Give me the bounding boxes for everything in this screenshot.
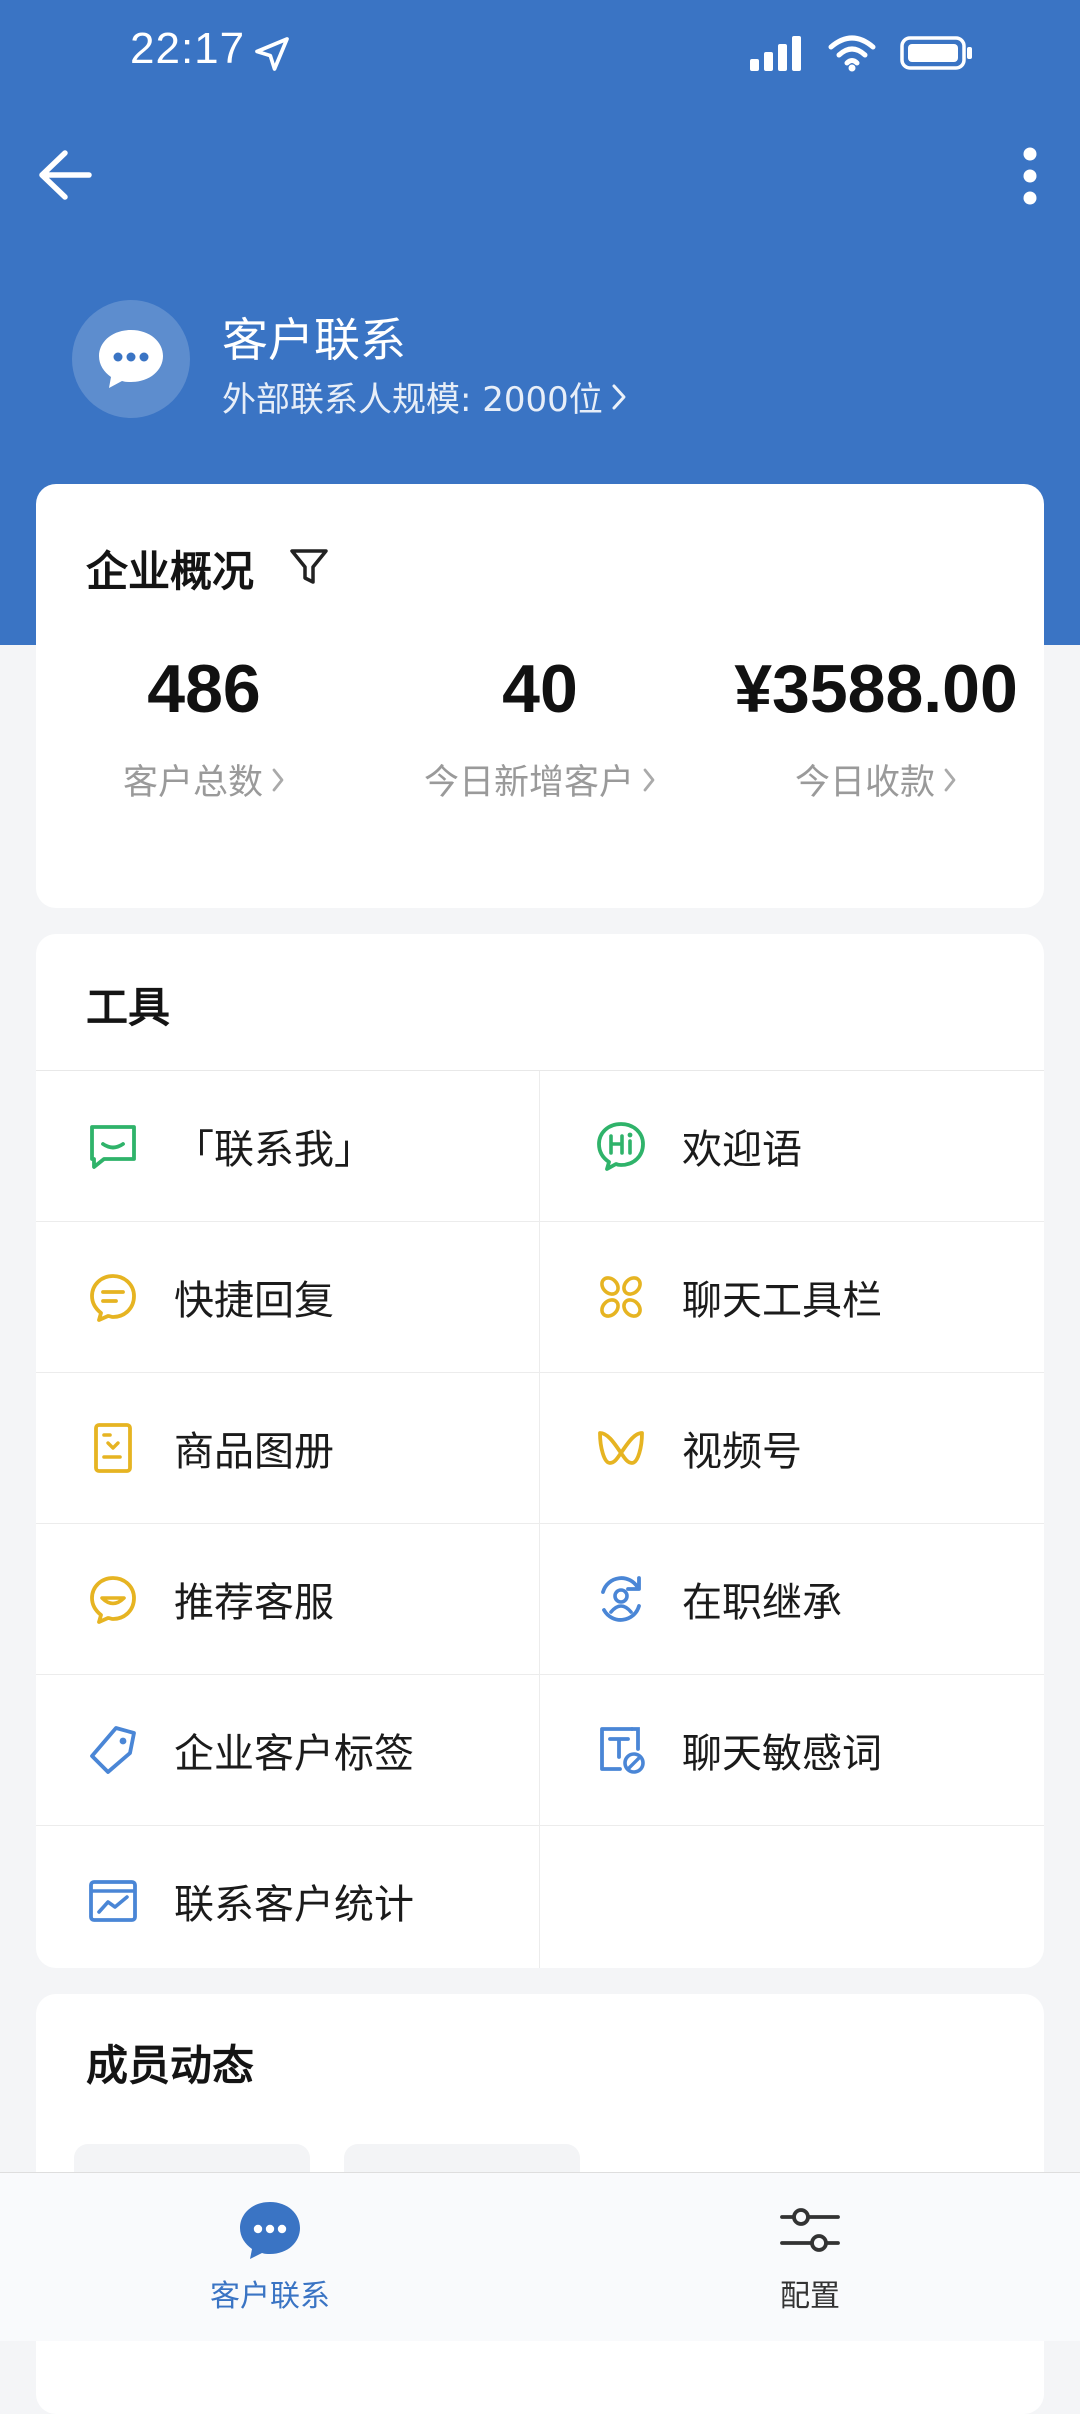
tool-inheritance[interactable]: 在职继承 (540, 1524, 1044, 1674)
tag-icon (86, 1723, 140, 1777)
tab-customer-contact[interactable]: 客户联系 (0, 2173, 540, 2341)
tools-row: 商品图册 视频号 (36, 1373, 1044, 1524)
statistics-icon (86, 1874, 140, 1928)
sensitive-word-icon (594, 1723, 648, 1777)
tool-label: 商品图册 (174, 1429, 334, 1475)
stat-value: 486 (147, 651, 261, 727)
stat-revenue-today[interactable]: ¥3588.00 今日收款 (708, 644, 1044, 805)
back-button[interactable] (36, 146, 94, 204)
contact-scale-link[interactable]: 外部联系人规模: 2000位 (222, 372, 627, 421)
tools-row: 快捷回复 聊天工具栏 (36, 1222, 1044, 1373)
tool-label: 聊天工具栏 (682, 1278, 882, 1324)
more-button[interactable] (1008, 144, 1052, 208)
tool-chat-toolbar[interactable]: 聊天工具栏 (540, 1222, 1044, 1372)
inheritance-icon (594, 1572, 648, 1626)
tab-config[interactable]: 配置 (540, 2173, 1080, 2341)
chat-toolbar-icon (594, 1270, 648, 1324)
bottom-tab-bar: 客户联系 配置 (0, 2172, 1080, 2341)
stat-label-row: 今日收款 (795, 754, 957, 805)
contact-me-icon (86, 1119, 140, 1173)
channels-icon (594, 1421, 648, 1475)
tool-recommend-service[interactable]: 推荐客服 (36, 1524, 540, 1674)
hi-greeting-icon (594, 1119, 648, 1173)
product-album-icon (86, 1421, 140, 1475)
tool-label: 视频号 (682, 1429, 802, 1475)
tool-label: 聊天敏感词 (682, 1731, 882, 1777)
chat-bubble-icon (240, 2202, 300, 2259)
tab-label: 客户联系 (210, 2279, 330, 2314)
members-title: 成员动态 (86, 2041, 255, 2090)
signal-icon (750, 36, 801, 71)
stat-label: 客户总数 (122, 763, 263, 803)
tools-title: 工具 (86, 983, 171, 1032)
tools-grid: 「联系我」 欢迎语 快捷回复 聊天工具栏 商品图册 视频号 推荐客服 在职继承 … (36, 1070, 1044, 1968)
more-vertical-icon (1023, 147, 1037, 205)
tools-row: 企业客户标签 聊天敏感词 (36, 1675, 1044, 1826)
overview-stats: 486 客户总数 40 今日新增客户 ¥3588.00 今日收款 (36, 644, 1044, 805)
tool-channels[interactable]: 视频号 (540, 1373, 1044, 1523)
tool-empty-cell (540, 1826, 1044, 1968)
chat-bubble-icon (99, 330, 163, 388)
tab-label: 配置 (780, 2279, 840, 2314)
chevron-right-icon (643, 768, 655, 791)
stat-total-customers[interactable]: 486 客户总数 (36, 644, 372, 805)
stat-new-customers-today[interactable]: 40 今日新增客户 (372, 644, 708, 805)
stat-label-row: 今日新增客户 (424, 754, 656, 805)
filter-icon[interactable] (288, 546, 330, 588)
tool-product-album[interactable]: 商品图册 (36, 1373, 540, 1523)
wifi-icon (828, 35, 876, 72)
recommend-service-icon (86, 1572, 140, 1626)
tool-label: 推荐客服 (174, 1580, 334, 1626)
status-icons (750, 34, 974, 72)
contact-scale-text: 外部联系人规模: 2000位 (222, 380, 603, 420)
tool-label: 联系客户统计 (174, 1882, 414, 1928)
tools-card: 工具 「联系我」 欢迎语 快捷回复 聊天工具栏 商品图册 视频号 推荐客服 在职… (36, 934, 1044, 1968)
tools-row: 联系客户统计 (36, 1826, 1044, 1968)
stat-label: 今日收款 (794, 763, 935, 803)
tool-quick-reply[interactable]: 快捷回复 (36, 1222, 540, 1372)
stat-label: 今日新增客户 (423, 763, 634, 803)
tools-row: 推荐客服 在职继承 (36, 1524, 1044, 1675)
tool-sensitive-words[interactable]: 聊天敏感词 (540, 1675, 1044, 1825)
stat-label-row: 客户总数 (123, 754, 285, 805)
app-avatar (72, 300, 190, 418)
battery-icon (900, 36, 972, 70)
tool-label: 欢迎语 (682, 1127, 802, 1173)
app-title: 客户联系 (222, 313, 406, 367)
stat-value: ¥3588.00 (734, 651, 1018, 727)
tool-label: 企业客户标签 (174, 1731, 414, 1777)
sliders-icon (780, 2208, 840, 2252)
chevron-right-icon (944, 768, 956, 791)
chevron-right-icon (612, 384, 626, 409)
tool-label: 「联系我」 (174, 1127, 374, 1173)
tool-welcome-message[interactable]: 欢迎语 (540, 1071, 1044, 1221)
tool-contact-me[interactable]: 「联系我」 (36, 1071, 540, 1221)
back-arrow-icon (39, 150, 92, 200)
tool-label: 快捷回复 (174, 1278, 334, 1324)
tool-contact-statistics[interactable]: 联系客户统计 (36, 1826, 540, 1968)
status-time: 22:17 (130, 24, 246, 73)
chevron-right-icon (272, 768, 284, 791)
quick-reply-icon (86, 1270, 140, 1324)
location-arrow-icon (255, 37, 289, 71)
overview-card: 企业概况 486 客户总数 40 今日新增客户 ¥3588.00 今日收款 (36, 484, 1044, 908)
overview-title: 企业概况 (86, 547, 255, 596)
tool-label: 在职继承 (682, 1580, 842, 1626)
stat-value: 40 (502, 651, 578, 727)
tools-row: 「联系我」 欢迎语 (36, 1071, 1044, 1222)
tool-customer-tags[interactable]: 企业客户标签 (36, 1675, 540, 1825)
